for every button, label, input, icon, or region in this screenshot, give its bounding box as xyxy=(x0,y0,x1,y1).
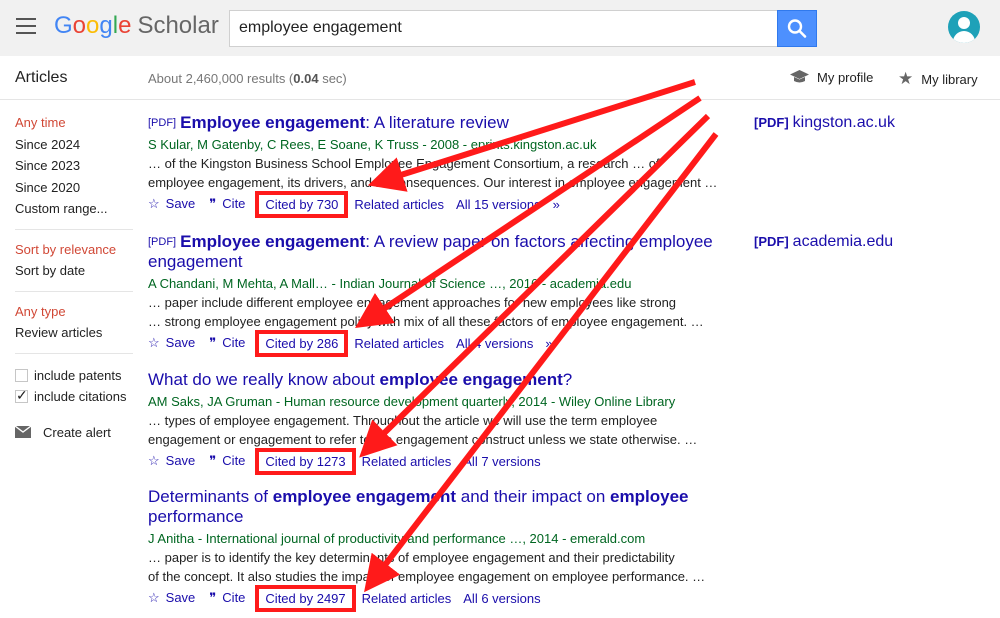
side-pdf-link[interactable]: [PDF] kingston.ac.uk xyxy=(754,114,895,132)
cite-button[interactable]: ❞ Cite xyxy=(209,590,245,606)
cited-by-link[interactable]: Cited by 730 xyxy=(255,190,349,218)
result-authors: A Chandani, M Mehta, A Mall… - Indian Jo… xyxy=(148,276,632,291)
result-snippet: … paper include different employee engag… xyxy=(148,295,677,310)
filter-since-2024[interactable]: Since 2024 xyxy=(15,136,133,158)
filter-any-type[interactable]: Any type xyxy=(15,303,133,325)
all-versions-link[interactable]: All 6 versions xyxy=(463,591,540,606)
include-citations-checkbox[interactable]: include citations xyxy=(15,386,133,407)
filter-sidebar: Any time Since 2024 Since 2023 Since 202… xyxy=(15,114,133,440)
divider xyxy=(15,352,133,354)
result-snippet: engagement or engagement to refer to the… xyxy=(148,432,698,447)
search-result: [PDF] Employee engagement: A review paper… xyxy=(148,232,728,357)
result-authors: S Kular, M Gatenby, C Rees, E Soane, K T… xyxy=(148,137,597,152)
sort-by-relevance[interactable]: Sort by relevance xyxy=(15,241,133,263)
all-versions-link[interactable]: All 4 versions xyxy=(456,336,533,351)
result-authors: AM Saks, JA Gruman - Human resource deve… xyxy=(148,394,676,409)
result-title-link[interactable]: [PDF] Employee engagement: A literature r… xyxy=(148,113,728,133)
result-snippet: … paper is to identify the key determina… xyxy=(148,550,675,565)
my-profile-link[interactable]: My profile xyxy=(790,69,873,85)
include-patents-checkbox[interactable]: include patents xyxy=(15,365,133,386)
google-scholar-logo[interactable]: Google Scholar xyxy=(54,12,219,40)
result-title-link[interactable]: Determinants of employee engagement and … xyxy=(148,487,728,527)
hamburger-menu-icon[interactable] xyxy=(16,18,36,34)
filter-any-time[interactable]: Any time xyxy=(15,114,133,136)
envelope-icon xyxy=(15,426,31,438)
star-icon: ★ xyxy=(898,69,914,88)
quote-icon: ❞ xyxy=(209,196,217,211)
result-actions: ☆ Save ❞ Cite Cited by 730 Related article… xyxy=(148,190,728,218)
result-snippet: of the concept. It also studies the impa… xyxy=(148,569,706,584)
filter-review-articles[interactable]: Review articles xyxy=(15,324,133,346)
quote-icon: ❞ xyxy=(209,590,217,605)
account-avatar[interactable] xyxy=(948,11,980,43)
create-alert-link[interactable]: Create alert xyxy=(15,425,133,440)
star-outline-icon: ☆ xyxy=(148,196,160,211)
result-snippet: … of the Kingston Business School Employ… xyxy=(148,156,660,171)
results-count: About 2,460,000 results (0.04 sec) xyxy=(148,71,347,86)
checkbox-checked[interactable] xyxy=(15,387,28,404)
side-pdf-link[interactable]: [PDF] academia.edu xyxy=(754,233,893,251)
filter-since-2023[interactable]: Since 2023 xyxy=(15,157,133,179)
save-button[interactable]: ☆ Save xyxy=(148,590,195,606)
divider xyxy=(15,228,133,230)
search-result: [PDF] Employee engagement: A literature r… xyxy=(148,113,728,218)
result-snippet: … types of employee engagement. Througho… xyxy=(148,413,658,428)
result-actions: ☆ Save ❞ Cite Cited by 286 Related article… xyxy=(148,329,728,357)
result-title-link[interactable]: What do we really know about employee en… xyxy=(148,370,728,390)
top-header: Google Scholar employee engagement xyxy=(0,0,1000,56)
checkbox-unchecked[interactable] xyxy=(15,368,28,382)
related-articles-link[interactable]: Related articles xyxy=(354,197,444,212)
star-outline-icon: ☆ xyxy=(148,335,160,350)
cited-by-link[interactable]: Cited by 1273 xyxy=(255,447,356,475)
filter-since-2020[interactable]: Since 2020 xyxy=(15,179,133,201)
cite-button[interactable]: ❞ Cite xyxy=(209,335,245,351)
search-icon xyxy=(787,19,807,38)
divider xyxy=(15,290,133,292)
all-versions-link[interactable]: All 15 versions xyxy=(456,197,541,212)
sub-header: Articles About 2,460,000 results (0.04 s… xyxy=(0,56,1000,100)
related-articles-link[interactable]: Related articles xyxy=(354,336,444,351)
search-result: Determinants of employee engagement and … xyxy=(148,487,728,612)
save-button[interactable]: ☆ Save xyxy=(148,335,195,351)
related-articles-link[interactable]: Related articles xyxy=(362,591,452,606)
cited-by-link[interactable]: Cited by 286 xyxy=(255,329,349,357)
result-authors: J Anitha - International journal of prod… xyxy=(148,531,646,546)
sort-by-date[interactable]: Sort by date xyxy=(15,262,133,284)
graduation-cap-icon xyxy=(790,70,809,83)
save-button[interactable]: ☆ Save xyxy=(148,196,195,212)
articles-title: Articles xyxy=(15,69,68,86)
star-outline-icon: ☆ xyxy=(148,453,160,468)
filter-custom-range[interactable]: Custom range... xyxy=(15,200,133,222)
result-actions: ☆ Save ❞ Cite Cited by 2497 Related articl… xyxy=(148,584,728,612)
search-button[interactable] xyxy=(777,10,817,47)
search-input[interactable]: employee engagement xyxy=(229,10,777,47)
result-title-link[interactable]: [PDF] Employee engagement: A review paper… xyxy=(148,232,728,272)
cite-button[interactable]: ❞ Cite xyxy=(209,196,245,212)
my-library-link[interactable]: ★ My library xyxy=(898,69,978,89)
search-result: What do we really know about employee en… xyxy=(148,370,728,475)
related-articles-link[interactable]: Related articles xyxy=(362,454,452,469)
quote-icon: ❞ xyxy=(209,335,217,350)
result-snippet: … strong employee engagement policy with… xyxy=(148,314,704,329)
all-versions-link[interactable]: All 7 versions xyxy=(463,454,540,469)
more-chevron-icon[interactable]: » xyxy=(545,336,552,351)
quote-icon: ❞ xyxy=(209,453,217,468)
cited-by-link[interactable]: Cited by 2497 xyxy=(255,584,356,612)
more-chevron-icon[interactable]: » xyxy=(553,197,560,212)
save-button[interactable]: ☆ Save xyxy=(148,453,195,469)
cite-button[interactable]: ❞ Cite xyxy=(209,453,245,469)
star-outline-icon: ☆ xyxy=(148,590,160,605)
result-snippet: employee engagement, its drivers, and it… xyxy=(148,175,718,190)
result-actions: ☆ Save ❞ Cite Cited by 1273 Related articl… xyxy=(148,447,728,475)
